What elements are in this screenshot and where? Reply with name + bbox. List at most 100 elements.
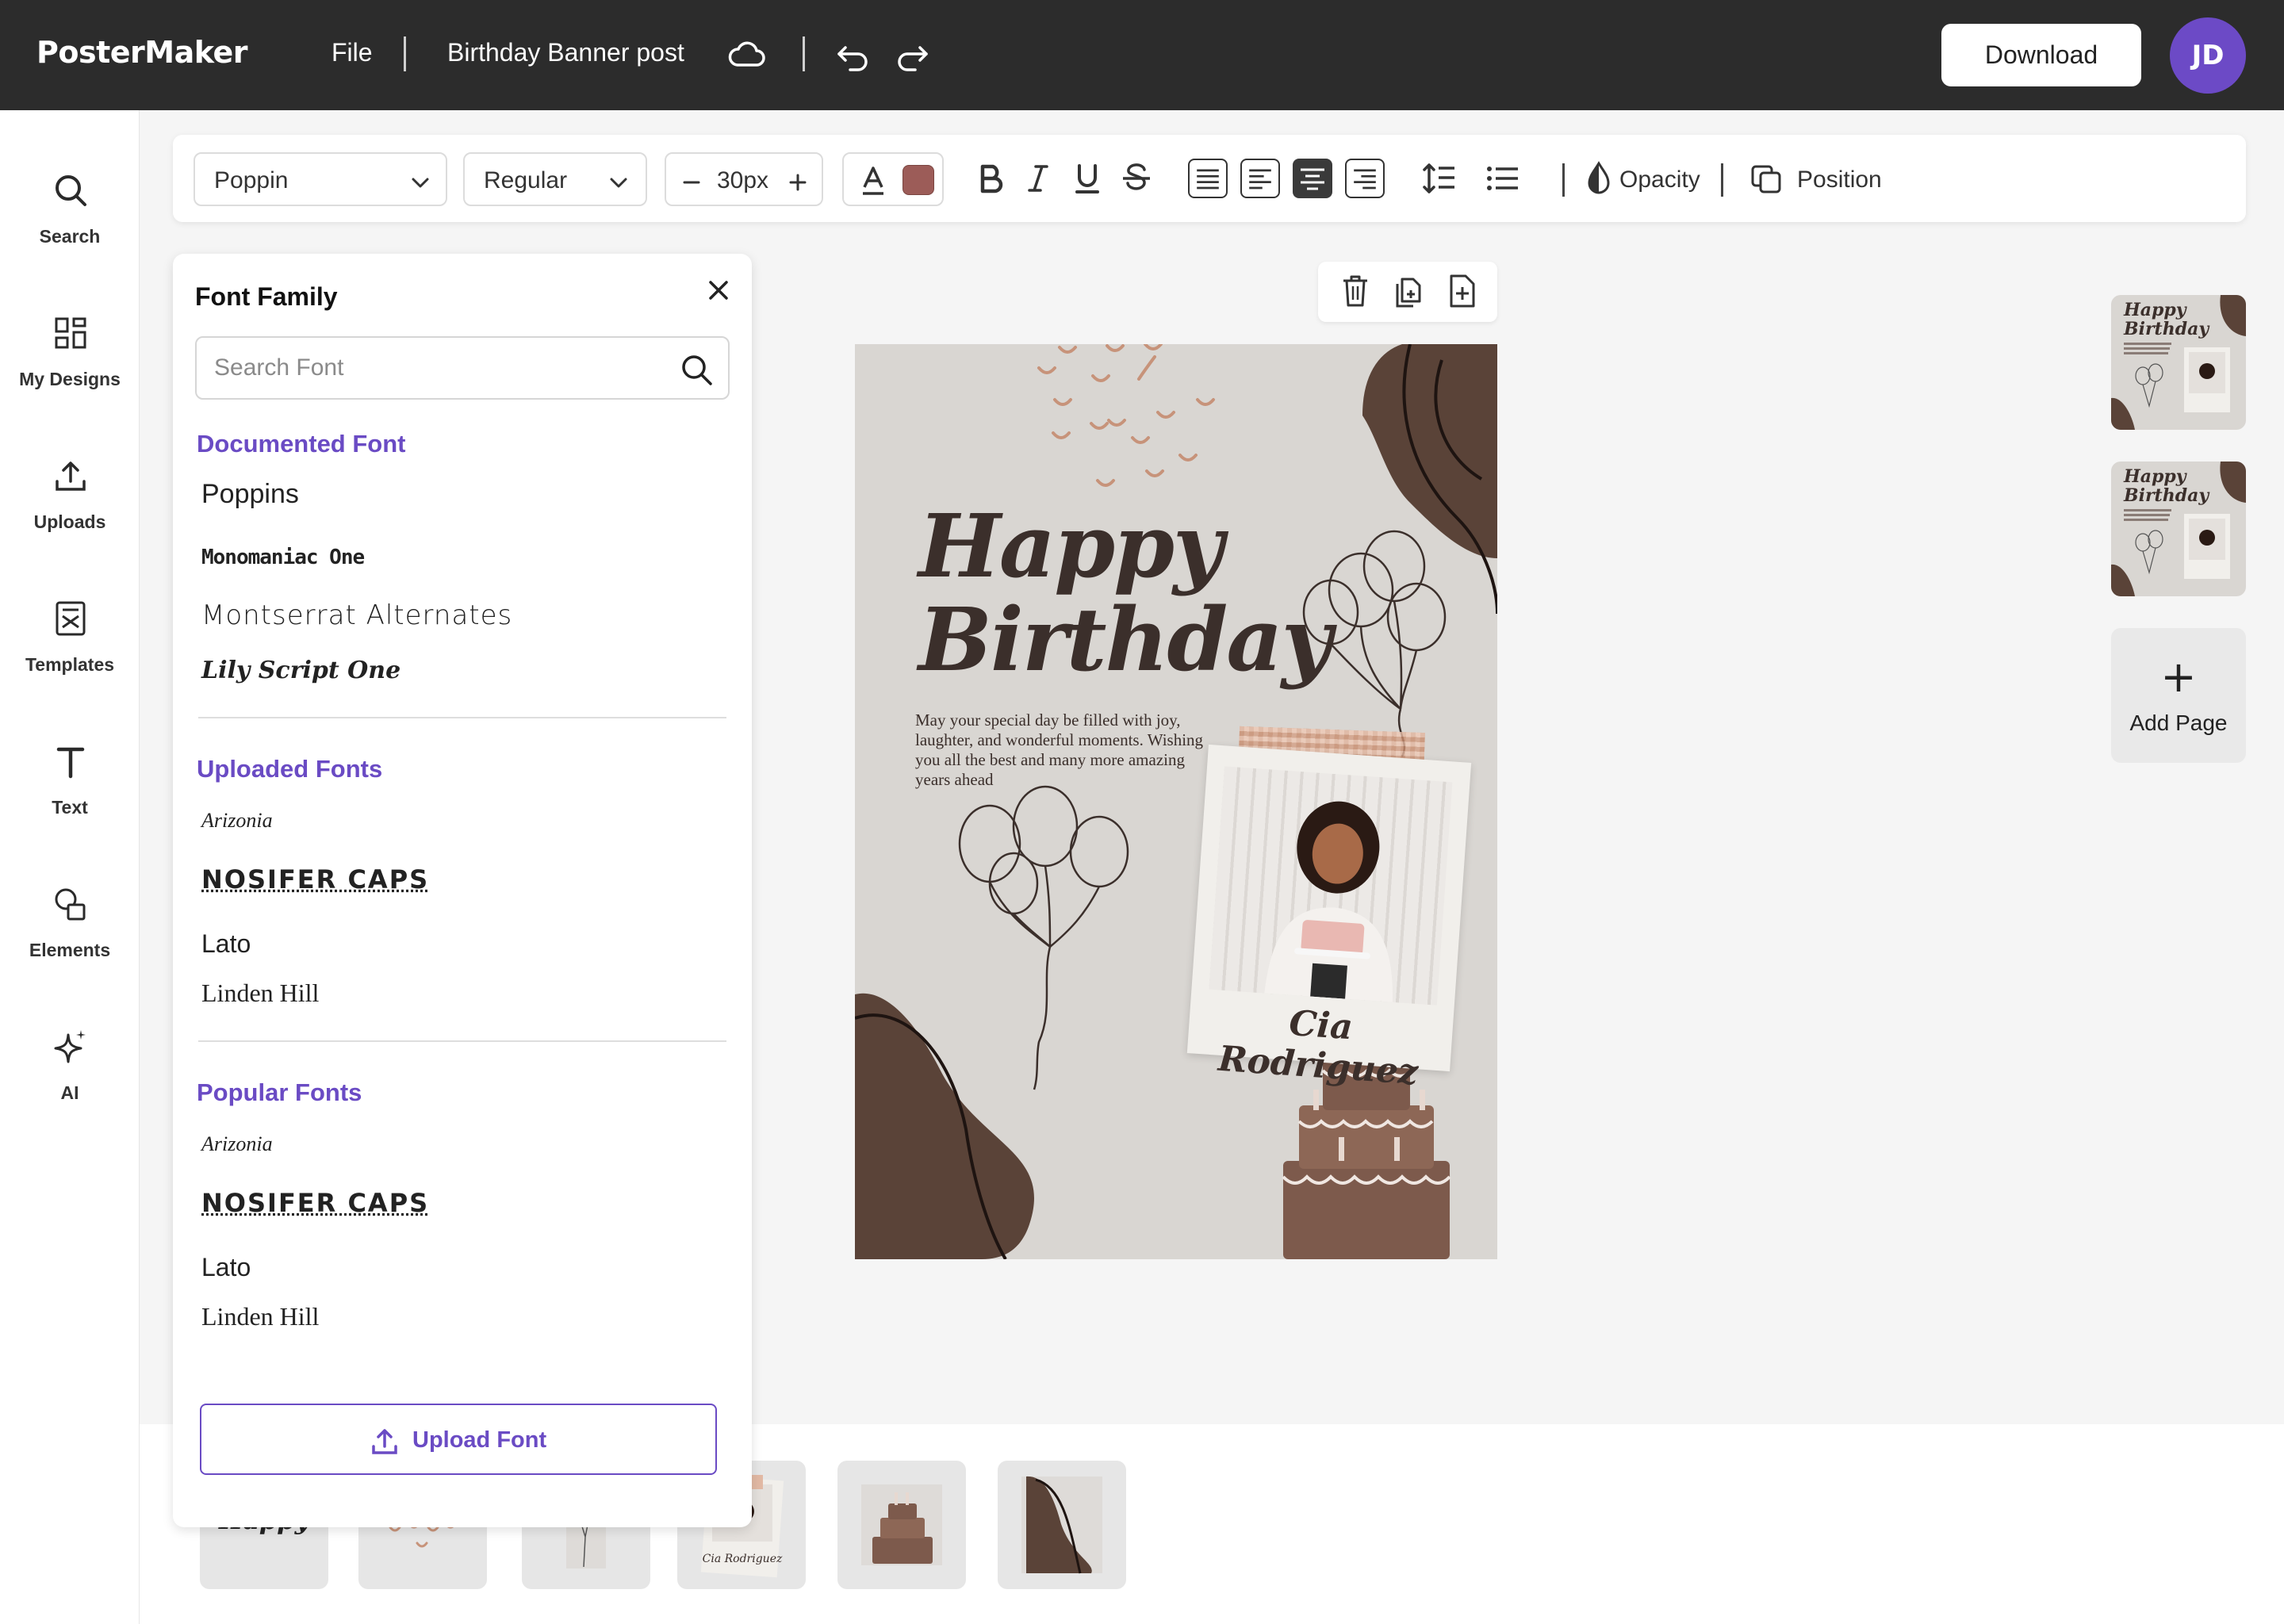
underline-icon[interactable]	[1067, 159, 1107, 198]
font-option-linden-hill[interactable]: Linden Hill	[201, 1302, 319, 1331]
left-sidebar: Search My Designs Uploads Templates Text…	[0, 110, 140, 1624]
add-page-label: Add Page	[2129, 710, 2228, 735]
font-family-value: Poppin	[214, 167, 289, 193]
align-center-icon[interactable]	[1293, 159, 1332, 198]
undo-icon[interactable]	[833, 35, 874, 76]
font-option-lato[interactable]: Lato	[201, 1253, 251, 1282]
font-option-montserrat-alternates[interactable]: Montserrat Alternates	[201, 599, 512, 631]
sidebar-item-label: Uploads	[33, 511, 106, 532]
align-justify-icon[interactable]	[1188, 159, 1228, 198]
align-right-icon[interactable]	[1345, 159, 1385, 198]
close-icon[interactable]	[703, 274, 734, 306]
font-search-box	[195, 336, 730, 400]
opacity-icon[interactable]	[1583, 159, 1615, 198]
search-icon	[52, 172, 89, 209]
italic-icon[interactable]	[1018, 159, 1058, 198]
line-spacing-icon[interactable]	[1420, 159, 1459, 198]
divider	[198, 1040, 726, 1042]
poster-message[interactable]: May your special day be filled with joy,…	[915, 710, 1217, 790]
plus-icon[interactable]	[788, 173, 807, 192]
divider	[198, 717, 726, 718]
font-family-panel: Font Family Documented Font Poppins Mono…	[173, 254, 752, 1527]
user-avatar[interactable]: JD	[2170, 17, 2246, 94]
font-option-lato[interactable]: Lato	[201, 929, 251, 959]
color-swatch[interactable]	[902, 165, 934, 195]
grid-icon	[52, 315, 89, 351]
poster-canvas[interactable]: Happy Birthday May your special day be f…	[855, 344, 1497, 1259]
divider	[803, 36, 805, 71]
text-color-picker[interactable]	[842, 152, 944, 206]
plus-icon: +	[2160, 652, 2197, 702]
upload-font-button[interactable]: Upload Font	[200, 1404, 717, 1475]
font-option-lily-script-one[interactable]: Lily Script One	[201, 657, 400, 684]
align-left-icon[interactable]	[1240, 159, 1280, 198]
font-size-value[interactable]: 30px	[717, 167, 768, 194]
font-search-input[interactable]	[214, 352, 658, 384]
font-option-arizonia[interactable]: Arizonia	[201, 1132, 273, 1156]
sidebar-item-label: My Designs	[19, 369, 121, 389]
file-menu[interactable]: File	[331, 38, 373, 67]
sidebar-item-my-designs[interactable]: My Designs	[0, 315, 140, 434]
redo-icon[interactable]	[891, 35, 933, 76]
upload-icon	[372, 1429, 397, 1454]
font-option-arizonia[interactable]: Arizonia	[201, 809, 273, 833]
font-weight-select[interactable]: Regular	[463, 152, 647, 206]
photo-frame[interactable]: Cia Rodriguez	[1186, 744, 1472, 1093]
text-icon	[52, 743, 89, 779]
chevron-down-icon	[412, 178, 429, 188]
font-size-stepper[interactable]: 30px	[665, 152, 823, 206]
search-icon[interactable]	[679, 352, 714, 387]
sidebar-item-label: Search	[39, 226, 101, 247]
element-thumb-blob[interactable]	[998, 1461, 1126, 1589]
document-title[interactable]: Birthday Banner post	[447, 38, 684, 67]
add-page-icon[interactable]	[1443, 273, 1480, 309]
headline-line-2: Birthday	[918, 588, 1332, 691]
list-icon[interactable]	[1483, 159, 1523, 198]
text-color-icon	[863, 167, 883, 195]
position-label[interactable]: Position	[1797, 167, 1882, 193]
portrait-photo	[1209, 766, 1453, 1005]
font-option-nosifer-caps[interactable]: NOSIFER CAPS	[201, 864, 429, 894]
section-uploaded-fonts: Uploaded Fonts	[197, 755, 383, 783]
section-documented-fonts: Documented Font	[197, 430, 406, 458]
page-actions-toolbar	[1318, 262, 1497, 322]
download-button[interactable]: Download	[1941, 24, 2141, 86]
sidebar-item-label: Templates	[25, 654, 115, 675]
font-option-monomaniac-one[interactable]: Monomaniac One	[201, 546, 365, 569]
divider	[1562, 163, 1565, 197]
strikethrough-icon[interactable]	[1117, 159, 1156, 198]
font-option-nosifer-caps[interactable]: NOSIFER CAPS	[201, 1188, 429, 1218]
shapes-icon	[52, 886, 89, 922]
sidebar-item-uploads[interactable]: Uploads	[0, 458, 140, 576]
page-thumbnail-2[interactable]: Happy Birthday	[2111, 462, 2246, 596]
bold-icon[interactable]	[971, 159, 1010, 198]
format-toolbar: Poppin Regular 30px Opacity Position	[173, 135, 2246, 222]
chevron-down-icon	[610, 178, 627, 188]
minus-icon[interactable]	[682, 173, 701, 192]
sidebar-item-templates[interactable]: Templates	[0, 600, 140, 719]
font-option-linden-hill[interactable]: Linden Hill	[201, 979, 319, 1008]
sidebar-item-label: AI	[60, 1082, 79, 1103]
sidebar-item-text[interactable]: Text	[0, 743, 140, 862]
trash-icon[interactable]	[1337, 273, 1374, 309]
font-family-select[interactable]: Poppin	[194, 152, 447, 206]
add-page-button[interactable]: + Add Page	[2111, 628, 2246, 763]
duplicate-page-icon[interactable]	[1389, 273, 1426, 309]
font-option-poppins[interactable]: Poppins	[201, 479, 299, 510]
position-icon[interactable]	[1749, 159, 1784, 198]
opacity-label[interactable]: Opacity	[1619, 167, 1700, 193]
sidebar-item-ai[interactable]: AI	[0, 1028, 140, 1147]
divider	[1721, 163, 1723, 197]
svg-text:Happy: Happy	[2123, 300, 2188, 320]
cloud-icon[interactable]	[726, 35, 768, 76]
sidebar-item-search[interactable]: Search	[0, 172, 140, 291]
svg-text:Birthday: Birthday	[2123, 485, 2210, 506]
panel-title: Font Family	[195, 282, 338, 311]
element-thumb-cake[interactable]	[837, 1461, 966, 1589]
sidebar-item-elements[interactable]: Elements	[0, 886, 140, 1005]
svg-text:Cia Rodriguez: Cia Rodriguez	[703, 1553, 783, 1565]
poster-headline[interactable]: Happy Birthday	[918, 500, 1332, 691]
app-logo[interactable]: PosterMaker	[36, 35, 247, 70]
page-thumbnail-1[interactable]: Happy Birthday	[2111, 295, 2246, 430]
upload-font-label: Upload Font	[412, 1427, 547, 1453]
